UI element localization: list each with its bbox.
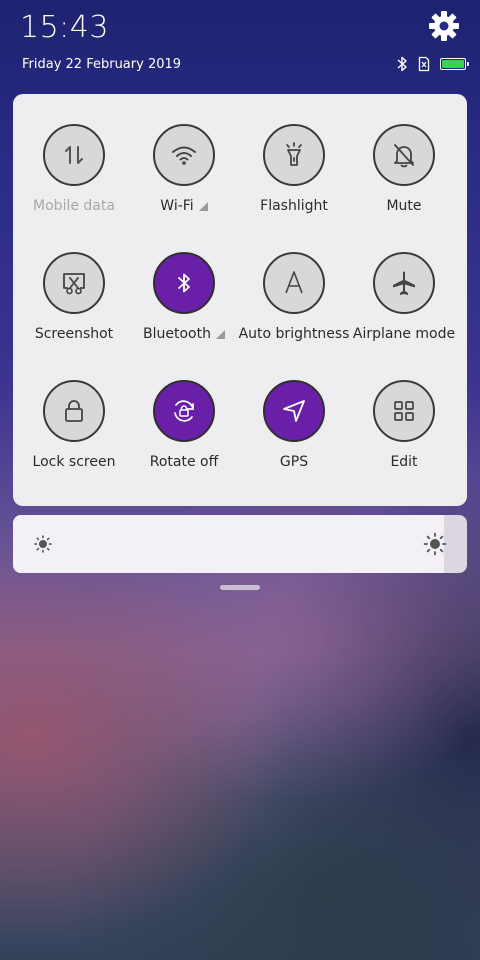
tile-gps-text: GPS [279,454,309,470]
battery-icon [440,58,469,70]
tile-screenshot-text: Screenshot [34,326,114,342]
tile-mute-button[interactable] [373,124,435,186]
mobile-data-icon [65,146,83,164]
tile-mobile-data-text: Mobile data [33,198,115,214]
expand-triangle-icon[interactable] [215,329,225,339]
rotate-lock-icon [174,400,194,422]
tile-wifi-label: Wi-Fi [160,198,208,214]
tile-flashlight-text: Flashlight [260,198,328,214]
tile-wifi[interactable]: Wi-Fi [125,124,243,234]
tile-screenshot[interactable]: Screenshot [15,252,133,362]
tile-airplane-mode-text: Airplane mode [352,326,456,342]
tile-airplane-mode-button[interactable] [373,252,435,314]
screenshot-icon [63,273,85,295]
tile-bluetooth-text: Bluetooth [143,326,211,342]
tile-mobile-data-button[interactable] [43,124,105,186]
tile-auto-brightness-button[interactable] [263,252,325,314]
tile-airplane-mode[interactable]: Airplane mode [345,252,463,362]
expand-triangle-icon[interactable] [198,201,208,211]
tile-edit[interactable]: Edit [345,380,463,490]
tile-edit-text: Edit [390,454,418,470]
tile-gps[interactable]: GPS [235,380,353,490]
tile-gps-button[interactable] [263,380,325,442]
tile-mute-label: Mute [386,198,421,214]
tile-flashlight-button[interactable] [263,124,325,186]
tile-screenshot-button[interactable] [43,252,105,314]
tile-rotate-off-text: Rotate off [149,454,219,470]
tile-edit-button[interactable] [373,380,435,442]
tile-edit-label: Edit [390,454,417,470]
tile-auto-brightness-text: Auto brightness [238,326,350,342]
brightness-high-icon [423,532,447,556]
tile-mute[interactable]: Mute [345,124,463,234]
tile-gps-label: GPS [280,454,308,470]
settings-gear-icon[interactable] [428,10,460,42]
lock-icon [65,400,83,422]
tile-wifi-text: Wi-Fi [160,198,194,214]
tile-wifi-button[interactable] [153,124,215,186]
wifi-icon [172,146,196,165]
tile-lock-screen-text: Lock screen [32,454,116,470]
tile-mobile-data-label: Mobile data [33,198,115,214]
edit-grid-icon [394,401,414,421]
tile-bluetooth-button[interactable] [153,252,215,314]
tile-bluetooth-label: Bluetooth [143,326,225,342]
tile-mobile-data[interactable]: Mobile data [15,124,133,234]
flashlight-icon [286,142,302,166]
tile-lock-screen-label: Lock screen [33,454,116,470]
tile-lock-screen[interactable]: Lock screen [15,380,133,490]
status-icons [396,55,469,73]
battery-level [442,60,464,68]
tile-bluetooth[interactable]: Bluetooth [125,252,243,362]
bluetooth-status-icon [397,56,407,72]
tile-airplane-mode-label: Airplane mode [353,326,455,342]
tile-lock-screen-button[interactable] [43,380,105,442]
tile-rotate-off-label: Rotate off [150,454,219,470]
auto-brightness-icon [285,271,303,294]
brightness-low-icon [34,535,52,553]
brightness-slider-fill[interactable] [13,515,445,573]
tile-mute-text: Mute [386,198,422,214]
brightness-slider[interactable] [13,515,467,573]
airplane-icon [393,271,415,295]
tile-rotate-off[interactable]: Rotate off [125,380,243,490]
date-label: Friday 22 February 2019 [22,57,182,72]
gps-arrow-icon [283,400,305,422]
tile-auto-brightness-label: Auto brightness [239,326,350,342]
quick-settings-panel: Mobile data Wi-Fi Flashlight Mute Screen… [13,94,467,506]
tile-screenshot-label: Screenshot [35,326,113,342]
tile-flashlight-label: Flashlight [260,198,328,214]
tile-flashlight[interactable]: Flashlight [235,124,353,234]
tile-rotate-off-button[interactable] [153,380,215,442]
sim-missing-icon [418,56,430,72]
bluetooth-icon [178,273,190,293]
panel-drag-handle[interactable] [220,585,260,590]
mute-bell-icon [394,144,414,168]
clock: 15:43 [20,10,109,45]
tile-auto-brightness[interactable]: Auto brightness [235,252,353,362]
